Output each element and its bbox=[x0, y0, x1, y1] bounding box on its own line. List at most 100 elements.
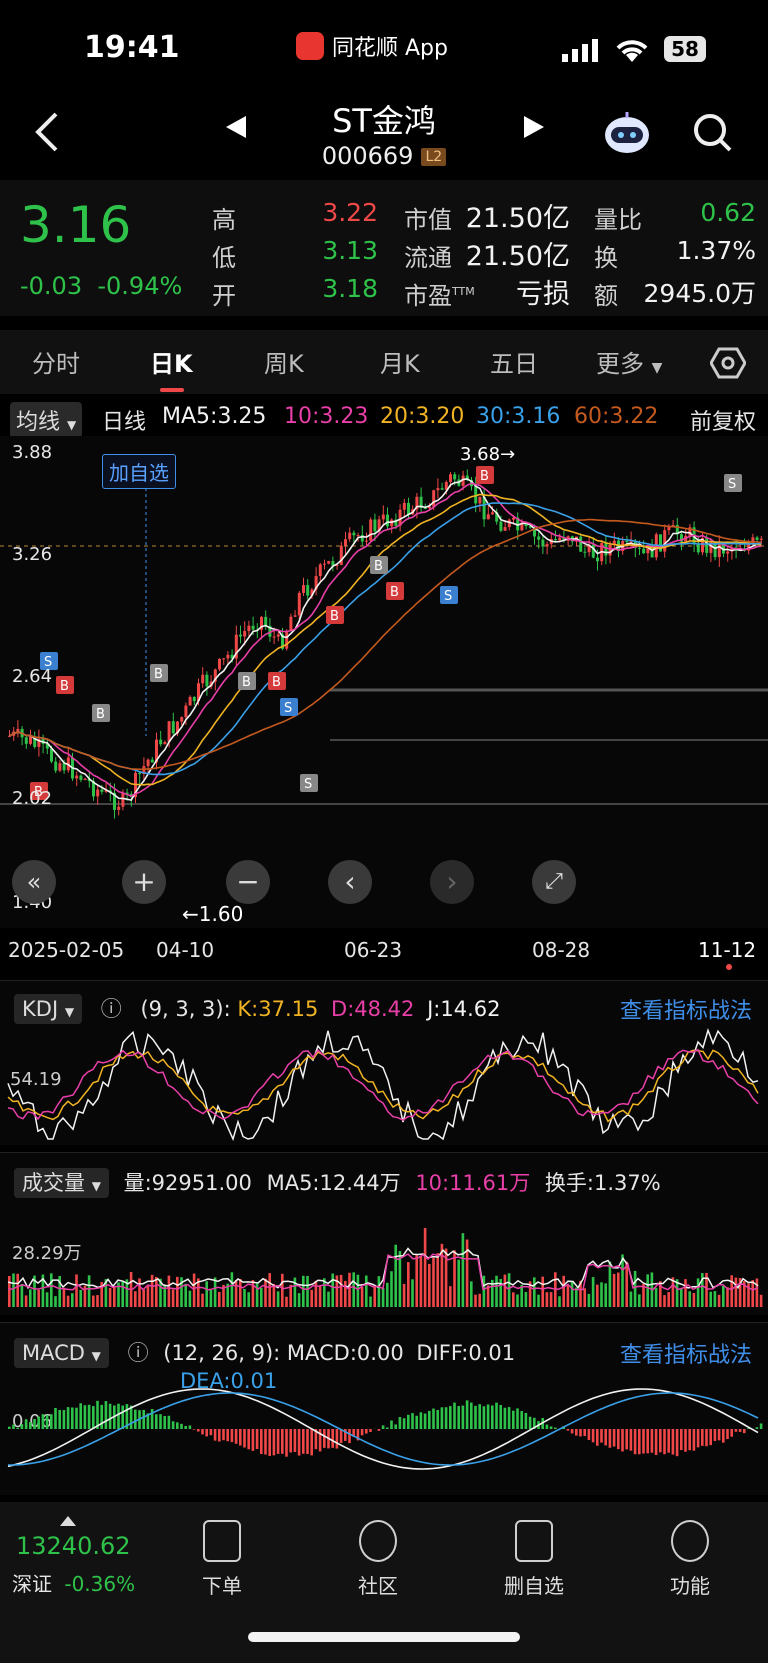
tab-more[interactable]: 更多 ▼ bbox=[596, 344, 662, 379]
macd-plot bbox=[7, 1388, 763, 1470]
price-change: -0.03 -0.94% bbox=[20, 272, 182, 300]
tab-monthly-k[interactable]: 月K bbox=[380, 344, 420, 379]
scroll-right-button[interactable]: › bbox=[430, 860, 474, 904]
volume-ma5: MA5:12.44万 bbox=[266, 1171, 401, 1195]
date-axis: 2025-02-05 04-10 06-23 08-28 11-12 bbox=[0, 930, 768, 970]
volume-selector[interactable]: 成交量 ▼ bbox=[14, 1168, 109, 1198]
open-value: 3.18 bbox=[322, 274, 378, 303]
svg-text:B: B bbox=[272, 675, 281, 690]
ma-period: 日线 bbox=[102, 410, 147, 435]
order-doc-icon bbox=[203, 1520, 241, 1562]
indicator-selector[interactable]: 均线 ▼ bbox=[10, 402, 83, 438]
volume-panel[interactable]: 成交量 ▼ 量:92951.00 MA5:12.44万 10:11.61万 换手… bbox=[0, 1152, 768, 1315]
y-tick-2: 3.26 bbox=[12, 544, 53, 565]
open-label: 开 bbox=[212, 282, 236, 310]
stock-code-row: 000669 L2 bbox=[0, 142, 768, 170]
battery-icon: 58 bbox=[664, 36, 706, 62]
robot-assistant-icon[interactable] bbox=[602, 108, 652, 156]
zoom-out-button[interactable]: − bbox=[226, 860, 270, 904]
adjust-toggle[interactable]: 前复权 bbox=[690, 404, 756, 436]
ma-legend: 均线 ▼ 日线 MA5:3.25 10:3.23 20:3.20 30:3.16… bbox=[0, 400, 768, 438]
status-time: 19:41 bbox=[84, 30, 180, 65]
status-app: 同花顺 App bbox=[296, 30, 448, 62]
svg-text:B: B bbox=[330, 609, 339, 624]
kline-chart[interactable]: SBBBBBBSBBBSBSS 3.88 3.26 2.64 2.02 1.40… bbox=[0, 436, 768, 928]
index-value[interactable]: 13240.62 bbox=[16, 1532, 131, 1560]
y-tick-3: 2.64 bbox=[12, 666, 53, 687]
svg-text:B: B bbox=[242, 675, 251, 690]
y-tick-top: 3.88 bbox=[12, 442, 53, 463]
macd-panel[interactable]: MACD ▼ ⓘ (12, 26, 9): MACD:0.00 DIFF:0.0… bbox=[0, 1322, 768, 1495]
ma10-value: 10:3.23 bbox=[284, 404, 369, 429]
nav-remove-watch[interactable]: 删自选 bbox=[484, 1520, 584, 1599]
tab-fenshi[interactable]: 分时 bbox=[32, 344, 80, 379]
volume-ma10: 10:11.61万 bbox=[415, 1171, 531, 1195]
vol-ratio-value: 0.62 bbox=[700, 198, 756, 227]
high-label: 高 bbox=[212, 206, 236, 234]
x-tick-2: 06-23 bbox=[344, 938, 403, 962]
svg-text:S: S bbox=[728, 477, 736, 492]
macd-selector[interactable]: MACD ▼ bbox=[14, 1338, 109, 1368]
macd-params: (12, 26, 9): bbox=[163, 1341, 281, 1365]
status-app-name: 同花顺 App bbox=[332, 36, 448, 61]
svg-text:S: S bbox=[284, 701, 292, 716]
tab-five-day[interactable]: 五日 bbox=[490, 344, 538, 379]
help-icon: ⓘ bbox=[127, 1341, 149, 1365]
svg-text:B: B bbox=[154, 667, 163, 682]
index-name: 深证 bbox=[12, 1572, 52, 1596]
tab-daily-k[interactable]: 日K bbox=[150, 344, 193, 379]
x-tick-0: 2025-02-05 bbox=[8, 938, 125, 962]
low-label: 低 bbox=[212, 244, 236, 272]
stock-code: 000669 bbox=[321, 142, 414, 170]
kdj-plot bbox=[7, 1027, 759, 1142]
volume-value: 量:92951.00 bbox=[123, 1171, 252, 1195]
scroll-left-button[interactable]: ‹ bbox=[328, 860, 372, 904]
fullscreen-button[interactable]: ⤢ bbox=[532, 860, 576, 904]
index-change: -0.36% bbox=[64, 1572, 136, 1596]
low-value: 3.13 bbox=[322, 236, 378, 265]
kdj-j: J:14.62 bbox=[427, 997, 501, 1021]
kdj-params: (9, 3, 3): bbox=[140, 997, 231, 1021]
nav-functions[interactable]: 功能 bbox=[640, 1520, 740, 1599]
x-tick-3: 08-28 bbox=[532, 938, 591, 962]
kdj-panel[interactable]: KDJ ▼ ⓘ (9, 3, 3): K:37.15 D:48.42 J:14.… bbox=[0, 980, 768, 1145]
kline-plot[interactable]: SBBBBB BSBBB SBSS bbox=[0, 436, 768, 928]
macd-strategy-link[interactable]: 查看指标战法 bbox=[620, 1337, 752, 1369]
scroll-start-button[interactable]: « bbox=[12, 860, 56, 904]
zoom-in-button[interactable]: + bbox=[122, 860, 166, 904]
svg-text:B: B bbox=[374, 559, 383, 574]
ma5-value: MA5:3.25 bbox=[162, 404, 267, 429]
home-indicator bbox=[248, 1632, 520, 1642]
index-up-arrow-icon bbox=[60, 1516, 76, 1526]
current-date-dot bbox=[726, 964, 732, 970]
turnover-label: 换 bbox=[594, 244, 618, 272]
search-icon[interactable] bbox=[692, 112, 734, 154]
help-icon: ⓘ bbox=[100, 997, 122, 1021]
kdj-strategy-link[interactable]: 查看指标战法 bbox=[620, 993, 752, 1025]
stock-name: ST金鸿 bbox=[332, 102, 436, 140]
nav-community[interactable]: 社区 bbox=[328, 1520, 428, 1599]
next-stock-icon[interactable] bbox=[522, 114, 546, 140]
mktcap-value: 21.50亿 bbox=[465, 203, 570, 234]
wifi-icon bbox=[616, 40, 648, 62]
last-price: 3.16 bbox=[20, 196, 132, 254]
app-icon bbox=[296, 32, 324, 60]
l2-badge: L2 bbox=[421, 148, 447, 166]
pe-value: 亏损 bbox=[516, 279, 570, 310]
kdj-selector[interactable]: KDJ ▼ bbox=[14, 994, 83, 1024]
change-amount: -0.03 bbox=[20, 272, 83, 300]
add-watch-tag[interactable]: 加自选 bbox=[102, 454, 176, 489]
volume-header: 成交量 ▼ 量:92951.00 MA5:12.44万 10:11.61万 换手… bbox=[14, 1167, 768, 1198]
y-tick-4: 2.02 bbox=[12, 788, 53, 809]
x-tick-4: 11-12 bbox=[698, 938, 757, 962]
vol-ratio-label: 量比 bbox=[594, 206, 642, 234]
nav-order[interactable]: 下单 bbox=[172, 1520, 272, 1599]
svg-text:S: S bbox=[304, 777, 312, 792]
settings-hex-icon[interactable] bbox=[710, 346, 746, 380]
volume-plot bbox=[7, 1227, 763, 1307]
low-marker: ←1.60 bbox=[182, 902, 244, 926]
tab-weekly-k[interactable]: 周K bbox=[264, 344, 304, 379]
index-row[interactable]: 深证 -0.36% bbox=[12, 1568, 135, 1597]
macd-value: MACD:0.00 bbox=[286, 1341, 404, 1365]
volume-turnover: 换手:1.37% bbox=[544, 1171, 661, 1195]
